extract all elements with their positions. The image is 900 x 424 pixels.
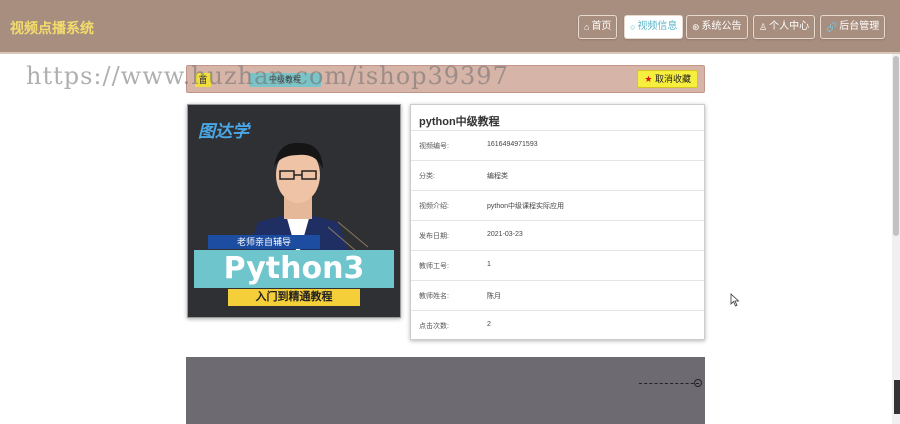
nav-video-info-label: 视频信息 bbox=[637, 21, 678, 32]
info-row: 视频编号: 1616494971593 bbox=[411, 130, 704, 160]
star-icon: ★ bbox=[644, 74, 653, 84]
info-label: 发布日期: bbox=[419, 233, 449, 240]
nav-announcements-label: 系统公告 bbox=[701, 21, 742, 32]
watermark: https://www.huzhan.com/ishop39397 bbox=[26, 62, 509, 90]
video-info-panel: python中级教程 视频编号: 1616494971593 分类: 编程类 视… bbox=[410, 104, 705, 340]
info-value: 2 bbox=[487, 321, 491, 328]
top-navbar: 视频点播系统 ⌂ 首页 ○ 视频信息 ⊛ 系统公告 ♙ 个人中心 🔗 后台管理 bbox=[0, 0, 900, 54]
info-label: 教师姓名: bbox=[419, 293, 449, 300]
nav-video-info[interactable]: ○ 视频信息 bbox=[624, 15, 684, 39]
info-row: 教师工号: 1 bbox=[411, 250, 704, 280]
info-value: 编程类 bbox=[487, 173, 508, 180]
page-scrollbar[interactable] bbox=[892, 54, 900, 424]
site-brand[interactable]: 视频点播系统 bbox=[10, 18, 94, 38]
info-row: 教师姓名: 陈月 bbox=[411, 280, 704, 310]
link-icon: 🔗 bbox=[826, 22, 838, 32]
info-value: 1616494971593 bbox=[487, 141, 538, 148]
cover-tagline: 老师亲自辅导 bbox=[208, 235, 320, 249]
video-cover-image: 图达学 老师亲自辅导 Python3 入门到精通教程 bbox=[187, 104, 401, 318]
info-value: 1 bbox=[487, 261, 491, 268]
info-label: 视频编号: bbox=[419, 143, 449, 150]
player-progress-track[interactable] bbox=[639, 383, 699, 384]
cancel-favorite-button[interactable]: ★ 取消收藏 bbox=[637, 70, 698, 88]
mouse-cursor-icon bbox=[730, 293, 740, 307]
nav-announcements[interactable]: ⊛ 系统公告 bbox=[686, 15, 748, 39]
nav-home-label: 首页 bbox=[591, 21, 612, 32]
announcement-icon: ⊛ bbox=[692, 22, 700, 32]
cancel-favorite-label: 取消收藏 bbox=[654, 74, 691, 84]
scrollbar-thumb[interactable] bbox=[893, 56, 899, 236]
nav-admin[interactable]: 🔗 后台管理 bbox=[820, 15, 886, 39]
info-value: python中级课程实际应用 bbox=[487, 203, 565, 210]
nav-personal-center-label: 个人中心 bbox=[769, 21, 810, 32]
cover-title: Python3 bbox=[194, 250, 394, 288]
info-row: 视频介绍: python中级课程实际应用 bbox=[411, 190, 704, 220]
info-label: 教师工号: bbox=[419, 263, 449, 270]
video-player[interactable] bbox=[186, 357, 705, 424]
info-label: 视频介绍: bbox=[419, 203, 449, 210]
video-icon: ○ bbox=[630, 22, 636, 32]
nav-home[interactable]: ⌂ 首页 bbox=[578, 15, 618, 39]
info-value: 陈月 bbox=[487, 293, 501, 300]
user-icon: ♙ bbox=[759, 22, 768, 32]
info-row: 发布日期: 2021-03-23 bbox=[411, 220, 704, 250]
nav-personal-center[interactable]: ♙ 个人中心 bbox=[753, 15, 816, 39]
home-icon: ⌂ bbox=[584, 22, 590, 32]
video-title: python中级教程 bbox=[419, 116, 500, 128]
info-value: 2021-03-23 bbox=[487, 231, 523, 238]
info-label: 分类: bbox=[419, 173, 435, 180]
side-widget-tab[interactable] bbox=[894, 380, 900, 414]
info-label: 点击次数: bbox=[419, 323, 449, 330]
cover-subtitle: 入门到精通教程 bbox=[228, 289, 360, 306]
info-row: 分类: 编程类 bbox=[411, 160, 704, 190]
player-progress-knob[interactable] bbox=[694, 379, 702, 387]
info-row: 点击次数: 2 bbox=[411, 310, 704, 340]
nav-admin-label: 后台管理 bbox=[839, 21, 880, 32]
